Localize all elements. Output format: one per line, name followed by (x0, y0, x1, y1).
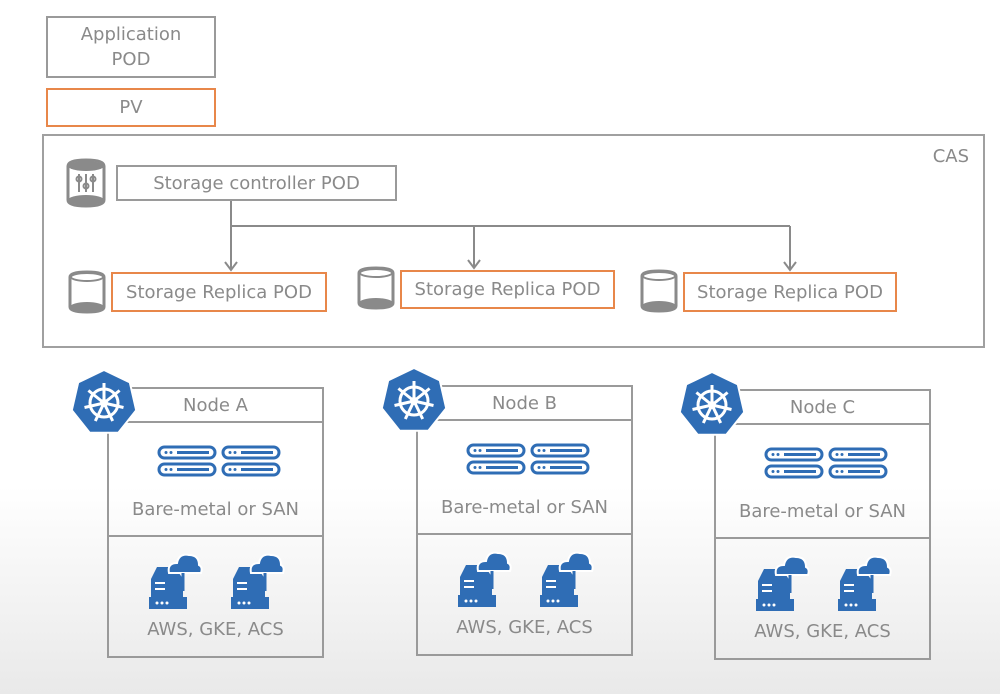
cas-label: CAS (932, 146, 969, 167)
node-header: Node A (109, 389, 322, 423)
storage-replica-pod: Storage Replica POD (400, 270, 615, 309)
storage-replica-pod: Storage Replica POD (111, 272, 327, 312)
node-name: Node A (182, 394, 248, 416)
cloud-label: AWS, GKE, ACS (754, 621, 891, 642)
replica-label: Storage Replica POD (126, 281, 312, 303)
node-header: Node C (716, 391, 929, 425)
application-pod-legend: Application POD (46, 16, 216, 78)
storage-controller-pod: Storage controller POD (116, 165, 397, 201)
database-icon (640, 269, 678, 313)
pv-label: PV (119, 97, 143, 118)
application-pod-label: Application POD (80, 24, 182, 70)
node-name: Node C (789, 396, 856, 418)
replica-label: Storage Replica POD (414, 279, 601, 300)
cloud-server-icon (540, 551, 594, 607)
storage-label: Bare-metal or SAN (738, 501, 907, 522)
kubernetes-icon (380, 367, 448, 432)
node-b: Node B Bare-metal or SAN AWS, GKE, ACS (416, 385, 633, 656)
database-icon (357, 266, 395, 310)
storage-label: Bare-metal or SAN (440, 497, 609, 518)
database-controller-icon (66, 158, 106, 208)
cloud-server-icon (756, 555, 810, 611)
server-rack-icon (466, 443, 590, 475)
node-name: Node B (491, 392, 558, 414)
storage-controller-label: Storage controller POD (153, 172, 360, 194)
pv-legend: PV (46, 88, 216, 127)
storage-replica-pod: Storage Replica POD (683, 272, 897, 312)
node-header: Node B (418, 387, 631, 421)
database-icon (68, 270, 106, 314)
replica-label: Storage Replica POD (697, 281, 883, 303)
kubernetes-icon (678, 371, 746, 436)
cloud-server-icon (838, 555, 892, 611)
server-rack-icon (764, 447, 888, 479)
cloud-server-icon (458, 551, 512, 607)
cloud-server-icon (231, 553, 285, 609)
storage-label: Bare-metal or SAN (131, 499, 300, 520)
cloud-label: AWS, GKE, ACS (456, 617, 593, 638)
node-c: Node C Bare-metal or SAN AWS, GKE, ACS (714, 389, 931, 660)
server-rack-icon (157, 445, 281, 477)
cloud-label: AWS, GKE, ACS (147, 619, 284, 640)
node-a: Node A Bare-metal or SAN AWS, GKE, ACS (107, 387, 324, 658)
kubernetes-icon (70, 369, 138, 434)
cloud-server-icon (149, 553, 203, 609)
